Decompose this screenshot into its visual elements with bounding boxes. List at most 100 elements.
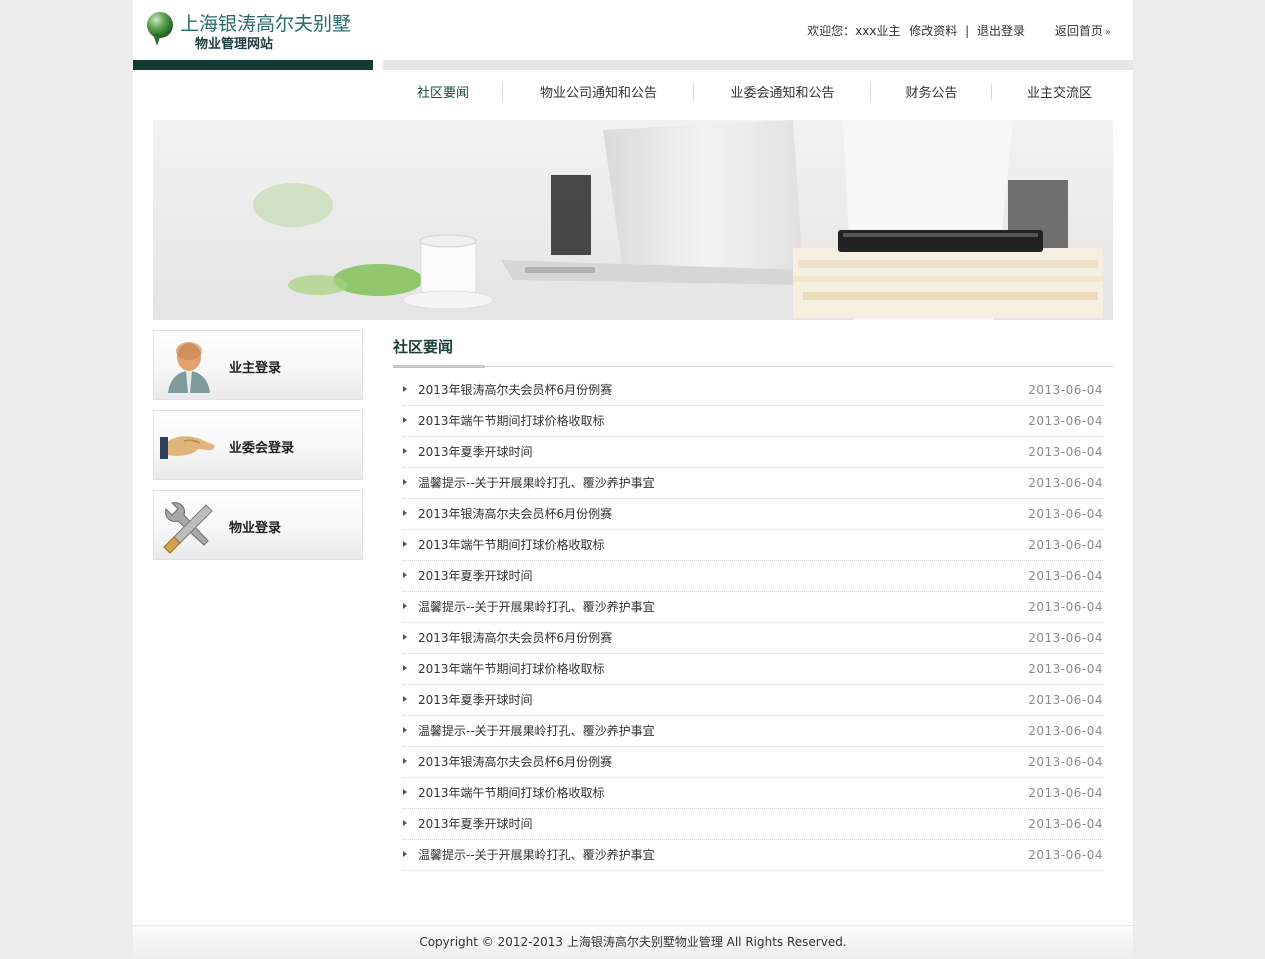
footer: Copyright © 2012-2013 上海银涛高尔夫别墅物业管理 All … xyxy=(133,925,1133,959)
news-item[interactable]: 2013年银涛高尔夫会员杯6月份例赛 2013-06-04 xyxy=(403,623,1103,654)
user-links: 欢迎您：xxx业主 修改资料 | 退出登录 返回首页» xyxy=(807,22,1111,39)
news-date: 2013-06-04 xyxy=(1028,414,1103,428)
news-item[interactable]: 2013年端午节期间打球价格收取标 2013-06-04 xyxy=(403,654,1103,685)
news-title-link[interactable]: 2013年夏季开球时间 xyxy=(418,685,533,715)
committee-login-label: 业委会登录 xyxy=(229,441,295,456)
tools-icon xyxy=(163,502,213,554)
news-date: 2013-06-04 xyxy=(1028,445,1103,459)
welcome-text: 欢迎您：xxx业主 xyxy=(807,24,901,38)
news-date: 2013-06-04 xyxy=(1028,724,1103,738)
home-link-label: 返回首页 xyxy=(1054,24,1103,38)
news-date: 2013-06-04 xyxy=(1028,817,1103,831)
triangle-right-icon xyxy=(403,386,407,392)
news-title-link[interactable]: 2013年夏季开球时间 xyxy=(418,561,533,591)
news-item[interactable]: 2013年银涛高尔夫会员杯6月份例赛 2013-06-04 xyxy=(403,375,1103,406)
main-nav: 社区要闻 物业公司通知和公告 业委会通知和公告 财务公告 业主交流区 xyxy=(383,70,1133,112)
triangle-right-icon xyxy=(403,541,407,547)
news-item[interactable]: 2013年端午节期间打球价格收取标 2013-06-04 xyxy=(403,406,1103,437)
news-title-link[interactable]: 2013年夏季开球时间 xyxy=(418,437,533,467)
news-title-link[interactable]: 2013年银涛高尔夫会员杯6月份例赛 xyxy=(418,375,612,405)
header: 上海银涛高尔夫别墅 物业管理网站 欢迎您：xxx业主 修改资料 | 退出登录 返… xyxy=(133,0,1133,70)
news-item[interactable]: 温馨提示--关于开展果岭打孔、覆沙养护事宜 2013-06-04 xyxy=(403,468,1103,499)
news-title-link[interactable]: 2013年银涛高尔夫会员杯6月份例赛 xyxy=(418,747,612,777)
section-title-text: 社区要闻 xyxy=(393,338,454,356)
news-title-link[interactable]: 温馨提示--关于开展果岭打孔、覆沙养护事宜 xyxy=(418,840,655,870)
news-date: 2013-06-04 xyxy=(1028,693,1103,707)
nav-item-label: 业委会通知和公告 xyxy=(730,85,835,101)
handshake-icon xyxy=(160,436,215,459)
news-title-link[interactable]: 温馨提示--关于开展果岭打孔、覆沙养护事宜 xyxy=(418,716,655,746)
edit-profile-link[interactable]: 修改资料 xyxy=(909,22,957,39)
news-list: 2013年银涛高尔夫会员杯6月份例赛 2013-06-04 2013年端午节期间打… xyxy=(393,367,1113,871)
triangle-right-icon xyxy=(403,479,407,485)
news-date: 2013-06-04 xyxy=(1028,631,1103,645)
news-item[interactable]: 2013年端午节期间打球价格收取标 2013-06-04 xyxy=(403,778,1103,809)
banner-image xyxy=(153,120,1113,320)
news-item[interactable]: 2013年夏季开球时间 2013-06-04 xyxy=(403,437,1103,468)
nav-item-community-news[interactable]: 社区要闻 xyxy=(383,82,503,101)
nav-item-label: 业主交流区 xyxy=(1026,85,1092,101)
news-section: 社区要闻 2013年银涛高尔夫会员杯6月份例赛 2013-06-04 2013年端… xyxy=(393,330,1113,871)
triangle-right-icon xyxy=(403,851,407,857)
copyright-text: Copyright © 2012-2013 上海银涛高尔夫别墅物业管理 All … xyxy=(419,935,847,949)
news-item[interactable]: 2013年银涛高尔夫会员杯6月份例赛 2013-06-04 xyxy=(403,499,1103,530)
triangle-right-icon xyxy=(403,820,407,826)
nav-item-finance[interactable]: 财务公告 xyxy=(871,82,992,101)
news-item[interactable]: 温馨提示--关于开展果岭打孔、覆沙养护事宜 2013-06-04 xyxy=(403,840,1103,871)
triangle-right-icon xyxy=(403,510,407,516)
news-title-link[interactable]: 温馨提示--关于开展果岭打孔、覆沙养护事宜 xyxy=(418,592,655,622)
news-item[interactable]: 温馨提示--关于开展果岭打孔、覆沙养护事宜 2013-06-04 xyxy=(403,716,1103,747)
logout-link[interactable]: 退出登录 xyxy=(977,22,1025,39)
nav-item-property-notices[interactable]: 物业公司通知和公告 xyxy=(503,82,694,101)
section-title: 社区要闻 xyxy=(393,330,1113,368)
news-item[interactable]: 温馨提示--关于开展果岭打孔、覆沙养护事宜 2013-06-04 xyxy=(403,592,1103,623)
golf-tee-icon xyxy=(153,34,161,46)
news-title-link[interactable]: 2013年端午节期间打球价格收取标 xyxy=(418,778,605,808)
triangle-right-icon xyxy=(403,603,407,609)
page: 上海银涛高尔夫别墅 物业管理网站 欢迎您：xxx业主 修改资料 | 退出登录 返… xyxy=(133,0,1133,959)
news-item[interactable]: 2013年夏季开球时间 2013-06-04 xyxy=(403,561,1103,592)
news-date: 2013-06-04 xyxy=(1028,848,1103,862)
home-link[interactable]: 返回首页» xyxy=(1055,22,1111,39)
owner-login-label: 业主登录 xyxy=(229,361,282,376)
news-title-link[interactable]: 2013年银涛高尔夫会员杯6月份例赛 xyxy=(418,623,612,653)
nav-item-label: 物业公司通知和公告 xyxy=(539,85,657,101)
news-item[interactable]: 2013年银涛高尔夫会员杯6月份例赛 2013-06-04 xyxy=(403,747,1103,778)
news-date: 2013-06-04 xyxy=(1028,600,1103,614)
news-item[interactable]: 2013年夏季开球时间 2013-06-04 xyxy=(403,809,1103,840)
news-date: 2013-06-04 xyxy=(1028,383,1103,397)
nav-item-owner-forum[interactable]: 业主交流区 xyxy=(992,82,1127,101)
triangle-right-icon xyxy=(403,696,407,702)
news-title-link[interactable]: 2013年端午节期间打球价格收取标 xyxy=(418,406,605,436)
news-item[interactable]: 2013年端午节期间打球价格收取标 2013-06-04 xyxy=(403,530,1103,561)
user-icon xyxy=(168,342,210,393)
triangle-right-icon xyxy=(403,448,407,454)
header-divider xyxy=(383,60,1133,70)
news-date: 2013-06-04 xyxy=(1028,786,1103,800)
site-logo[interactable]: 上海银涛高尔夫别墅 物业管理网站 xyxy=(147,10,377,52)
triangle-right-icon xyxy=(403,758,407,764)
news-title-link[interactable]: 2013年端午节期间打球价格收取标 xyxy=(418,530,605,560)
triangle-right-icon xyxy=(403,417,407,423)
nav-item-committee-notices[interactable]: 业委会通知和公告 xyxy=(694,82,871,101)
triangle-right-icon xyxy=(403,665,407,671)
office-desk-illustration xyxy=(153,120,1113,320)
owner-login-box[interactable]: 业主登录 xyxy=(153,330,363,400)
title-underline xyxy=(393,365,485,368)
link-separator: | xyxy=(965,24,970,38)
property-login-label: 物业登录 xyxy=(229,521,282,536)
nav-item-label: 社区要闻 xyxy=(416,85,469,101)
news-date: 2013-06-04 xyxy=(1028,538,1103,552)
news-item[interactable]: 2013年夏季开球时间 2013-06-04 xyxy=(403,685,1103,716)
logo-title: 上海银涛高尔夫别墅 xyxy=(180,13,352,35)
nav-item-label: 财务公告 xyxy=(905,85,958,101)
logo-bar xyxy=(133,60,373,70)
news-title-link[interactable]: 2013年银涛高尔夫会员杯6月份例赛 xyxy=(418,499,612,529)
news-title-link[interactable]: 温馨提示--关于开展果岭打孔、覆沙养护事宜 xyxy=(418,468,655,498)
committee-login-box[interactable]: 业委会登录 xyxy=(153,410,363,480)
triangle-right-icon xyxy=(403,572,407,578)
news-date: 2013-06-04 xyxy=(1028,507,1103,521)
news-title-link[interactable]: 2013年端午节期间打球价格收取标 xyxy=(418,654,605,684)
news-title-link[interactable]: 2013年夏季开球时间 xyxy=(418,809,533,839)
property-login-box[interactable]: 物业登录 xyxy=(153,490,363,560)
